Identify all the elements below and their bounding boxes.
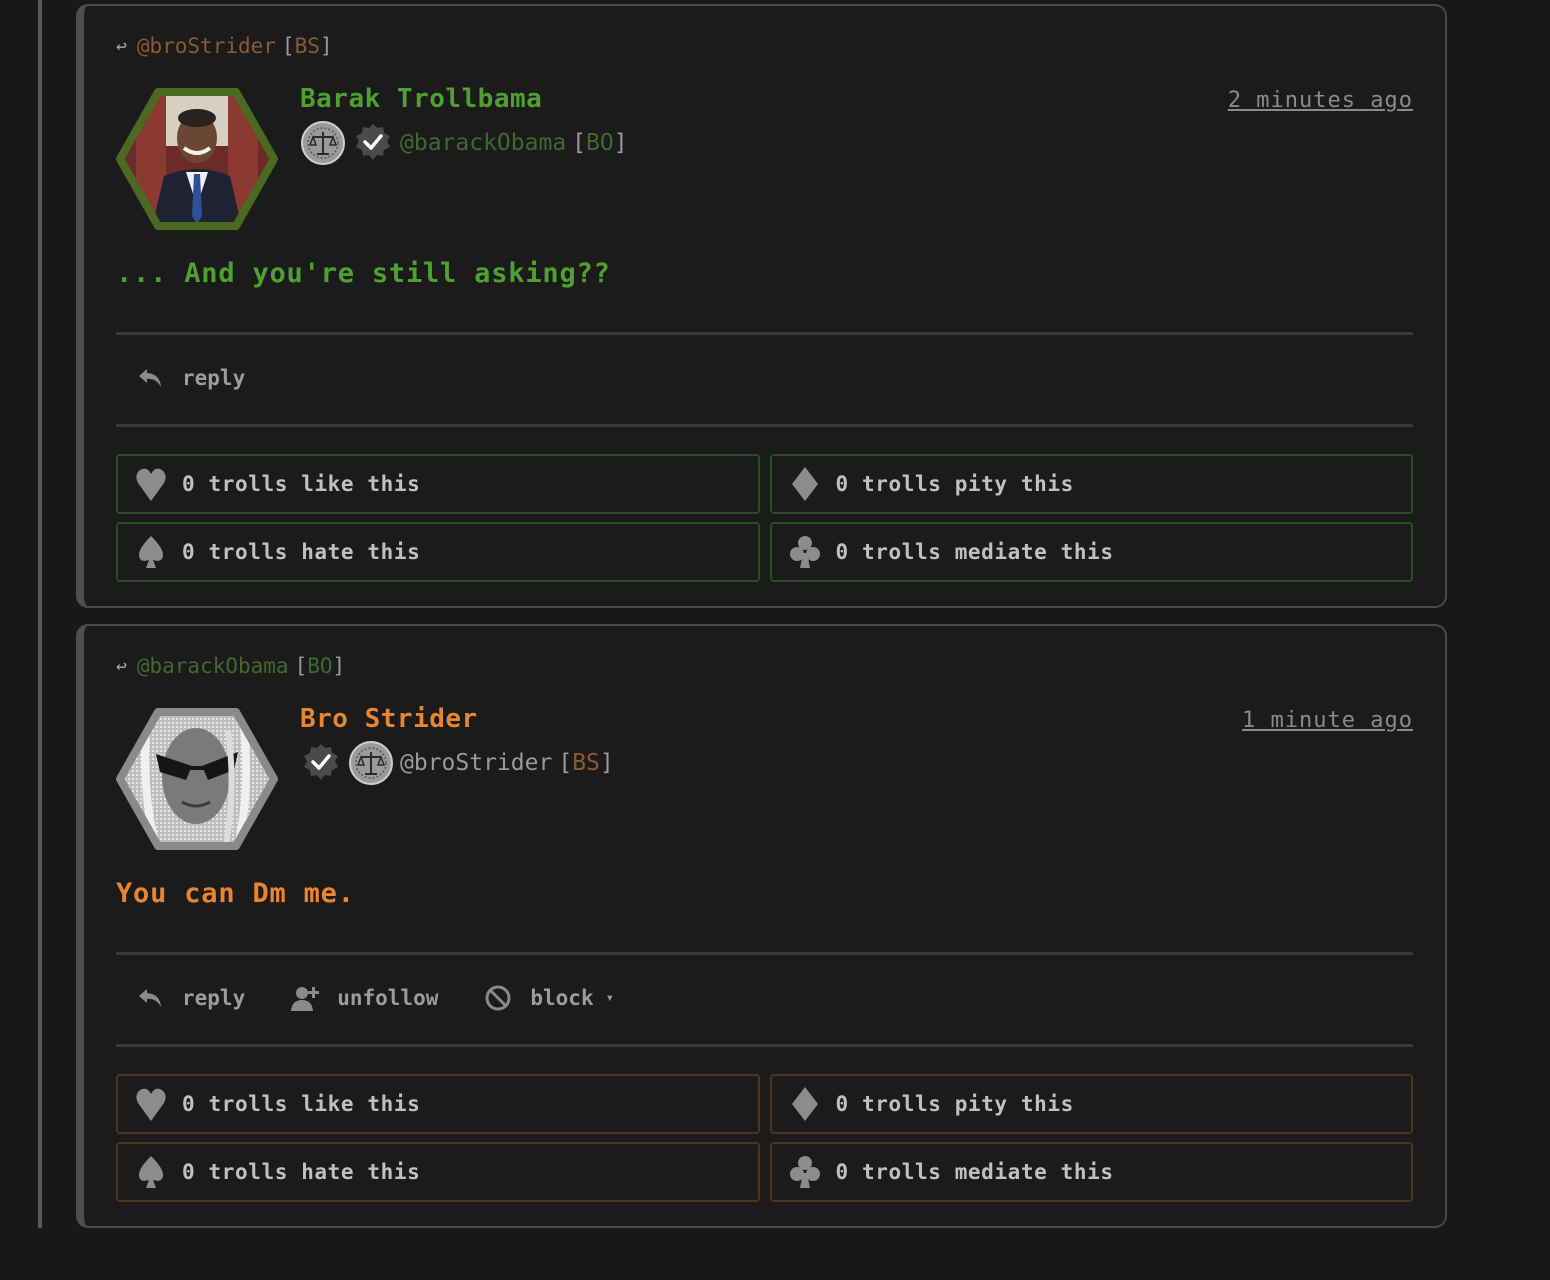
unfollow-label: unfollow	[337, 986, 439, 1010]
author-handle[interactable]: @barackObama	[400, 130, 566, 156]
author-name[interactable]: Barak Trollbama	[300, 84, 542, 114]
author-name[interactable]: Bro Strider	[300, 704, 478, 734]
reply-to-initials: [BS]	[281, 34, 333, 58]
avatar[interactable]	[116, 86, 278, 232]
hate-reaction-button[interactable]: 0 trolls hate this	[116, 522, 760, 582]
author-initials: [BS]	[558, 750, 614, 776]
post-body: ... And you're still asking??	[116, 258, 611, 289]
reply-label: reply	[182, 366, 246, 390]
reply-button[interactable]: reply	[116, 984, 245, 1012]
like-reaction-button[interactable]: 0 trolls like this	[116, 1074, 760, 1134]
pity-reaction-button[interactable]: 0 trolls pity this	[769, 454, 1413, 514]
hate-reaction-button[interactable]: 0 trolls hate this	[116, 1142, 760, 1202]
post-card: ↩ @broStrider [BS] Barak Trollbama @bara…	[76, 4, 1447, 608]
post-card: ↩ @barackObama [BO] Bro Strider @broStri…	[76, 624, 1447, 1228]
club-icon	[789, 1156, 820, 1188]
spade-icon	[138, 536, 164, 568]
scales-of-justice-icon	[300, 120, 346, 166]
spade-icon	[138, 1156, 164, 1188]
hate-reaction-label: 0 trolls hate this	[182, 1160, 421, 1184]
unfollow-button[interactable]: unfollow	[291, 984, 438, 1012]
post-body: You can Dm me.	[116, 878, 355, 909]
pity-reaction-label: 0 trolls pity this	[835, 472, 1074, 496]
post-timestamp[interactable]: 2 minutes ago	[1228, 88, 1413, 113]
avatar[interactable]	[116, 706, 278, 852]
verified-check-icon	[300, 742, 342, 784]
like-reaction-label: 0 trolls like this	[182, 472, 421, 496]
heart-icon	[136, 468, 166, 501]
chevron-down-icon: ▾	[605, 990, 615, 1006]
divider	[116, 952, 1413, 955]
mediate-reaction-button[interactable]: 0 trolls mediate this	[769, 1142, 1413, 1202]
heart-icon	[136, 1088, 166, 1121]
reply-to-arrow-icon: ↩	[116, 35, 127, 57]
thread-line	[38, 0, 42, 1228]
author-handle[interactable]: @broStrider	[400, 750, 552, 776]
hate-reaction-label: 0 trolls hate this	[182, 540, 421, 564]
author-handle-row: @barackObama [BO]	[300, 120, 628, 166]
divider	[116, 332, 1413, 335]
like-reaction-button[interactable]: 0 trolls like this	[116, 454, 760, 514]
reply-arrow-icon	[139, 989, 161, 1007]
block-icon	[485, 985, 511, 1011]
diamond-icon	[791, 1087, 818, 1121]
mediate-reaction-button[interactable]: 0 trolls mediate this	[769, 522, 1413, 582]
reply-to-handle[interactable]: @barackObama	[137, 654, 289, 678]
mediate-reaction-label: 0 trolls mediate this	[835, 540, 1114, 564]
post-timestamp[interactable]: 1 minute ago	[1242, 708, 1413, 733]
user-plus-icon	[291, 987, 320, 1011]
block-dropdown-button[interactable]: block ▾	[484, 984, 614, 1012]
reply-to-initials: [BO]	[294, 654, 346, 678]
reply-to-line[interactable]: ↩ @broStrider [BS]	[116, 34, 333, 58]
reply-to-line[interactable]: ↩ @barackObama [BO]	[116, 654, 345, 678]
reactions-grid: 0 trolls like this 0 trolls pity this 0 …	[116, 1074, 1413, 1202]
verified-check-icon	[352, 122, 394, 164]
author-handle-row: @broStrider [BS]	[300, 740, 614, 786]
club-icon	[789, 536, 820, 568]
mediate-reaction-label: 0 trolls mediate this	[835, 1160, 1114, 1184]
reply-label: reply	[182, 986, 246, 1010]
reply-button[interactable]: reply	[116, 364, 245, 392]
like-reaction-label: 0 trolls like this	[182, 1092, 421, 1116]
pity-reaction-label: 0 trolls pity this	[835, 1092, 1074, 1116]
reply-to-arrow-icon: ↩	[116, 655, 127, 677]
scales-of-justice-icon	[348, 740, 394, 786]
reply-to-handle[interactable]: @broStrider	[137, 34, 276, 58]
pity-reaction-button[interactable]: 0 trolls pity this	[769, 1074, 1413, 1134]
post-actions: reply	[116, 364, 245, 392]
reply-arrow-icon	[139, 369, 161, 387]
reactions-grid: 0 trolls like this 0 trolls pity this 0 …	[116, 454, 1413, 582]
post-actions: reply unfollow block ▾	[116, 984, 614, 1012]
divider	[116, 424, 1413, 427]
diamond-icon	[791, 467, 818, 501]
divider	[116, 1044, 1413, 1047]
author-initials: [BO]	[572, 130, 628, 156]
block-label: block	[530, 986, 594, 1010]
